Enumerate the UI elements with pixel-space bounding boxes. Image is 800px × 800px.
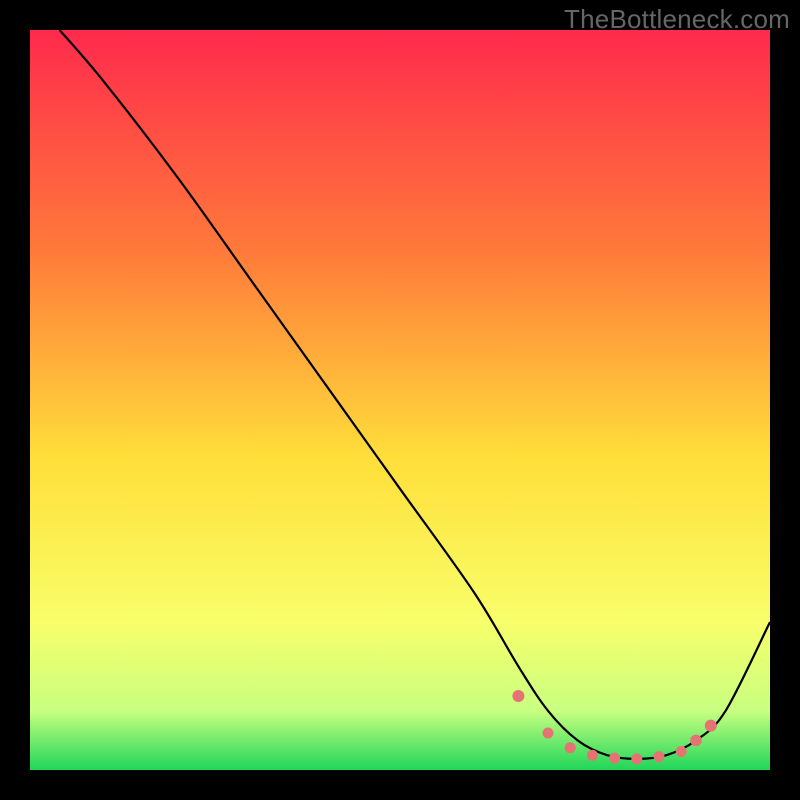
marker-dot	[690, 735, 702, 747]
marker-layer	[30, 30, 770, 770]
marker-dot	[654, 751, 665, 762]
marker-dot	[543, 728, 554, 739]
marker-dot	[676, 746, 687, 757]
marker-dot	[631, 753, 642, 764]
marker-dot	[609, 753, 620, 764]
watermark-text: TheBottleneck.com	[564, 4, 790, 35]
plot-area	[30, 30, 770, 770]
chart-frame: TheBottleneck.com	[0, 0, 800, 800]
highlight-points	[512, 690, 716, 764]
marker-dot	[565, 742, 576, 753]
marker-dot	[587, 750, 598, 761]
marker-dot	[512, 690, 524, 702]
marker-dot	[705, 720, 717, 732]
